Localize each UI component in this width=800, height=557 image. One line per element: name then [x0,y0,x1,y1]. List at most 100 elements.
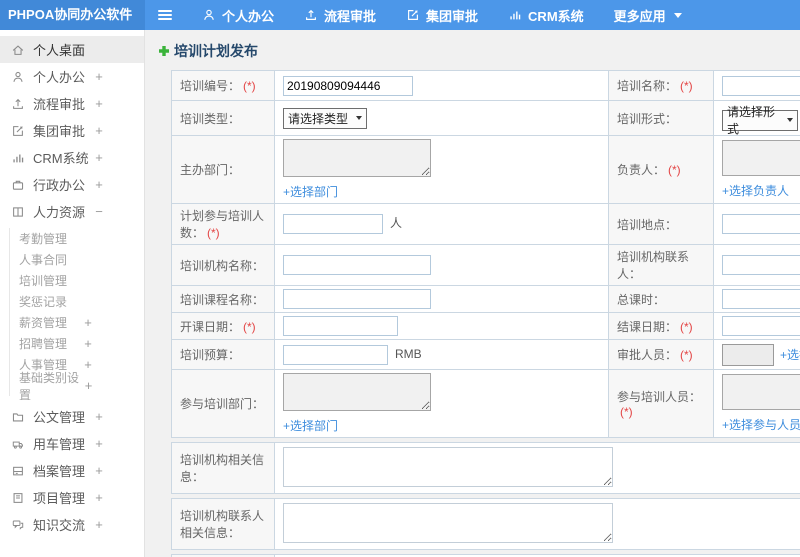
expand-toggle[interactable]: + [94,150,104,165]
field-label: 参与培训人员：(*) [608,369,714,438]
expand-toggle[interactable]: + [94,96,104,111]
expand-toggle[interactable]: + [94,409,104,424]
org-info-textarea[interactable] [283,446,613,487]
leader-textarea[interactable] [722,140,800,176]
page-title-bar: 培训计划发布 [145,30,800,70]
bar-chart-icon [508,8,522,22]
org-name-input[interactable] [283,255,431,275]
sidebar-item-archive[interactable]: 档案管理 + [0,457,144,484]
sidebar-item-project[interactable]: 项目管理 + [0,484,144,511]
main-content: 培训计划发布 培训编号：(*) 培训名称：(*) 培训类型： 请选择类型 [145,30,800,557]
training-name-input[interactable] [722,75,800,96]
user-icon [202,8,216,22]
participant-count-input[interactable] [283,214,383,234]
nav-group-approval[interactable]: 集团审批 [406,6,478,25]
expand-toggle[interactable]: + [94,490,104,505]
end-date-input[interactable] [722,316,800,336]
sidebar-item-group-approval[interactable]: 集团审批 + [0,117,144,144]
nav-workflow-approval[interactable]: 流程审批 [304,6,376,25]
field-label: 培训编号： (*) [171,70,275,101]
sidebar: 个人桌面 个人办公 + 流程审批 + 集团审批 + CRM系统 + 行政办公 +… [0,30,145,557]
approver-input[interactable] [722,343,774,366]
total-hours-input[interactable] [722,289,800,309]
field-label: 审批人员： (*) [608,339,714,370]
join-dept-textarea[interactable] [283,373,431,411]
book-icon [11,205,26,219]
folder-icon [11,410,26,424]
training-place-input[interactable] [722,214,800,234]
course-name-input[interactable] [283,289,431,309]
sidebar-sub-attendance[interactable]: 考勤管理 [10,228,144,249]
form-table-main: 培训编号：(*) 培训名称：(*) 培训类型： 请选择类型 培训形式： 请选择形… [171,70,800,438]
top-nav: 个人办公 流程审批 集团审批 CRM系统 更多应用 [172,0,682,30]
form-table-org-contact-info: 培训机构联系人相关信息： [171,498,800,550]
upload-flow-icon [11,97,26,111]
select-dept-link[interactable]: +选择部门 [283,183,338,200]
bar-chart-icon [11,151,26,165]
sidebar-item-documents[interactable]: 公文管理 + [0,403,144,430]
host-dept-textarea[interactable] [283,139,431,177]
org-contact-info-textarea[interactable] [283,502,613,543]
select-join-person-link[interactable]: +选择参与人员 [722,416,800,433]
expand-toggle[interactable]: + [94,177,104,192]
expand-toggle[interactable]: + [83,357,93,372]
expand-toggle[interactable]: + [94,517,104,532]
nav-personal-office[interactable]: 个人办公 [202,6,274,25]
org-contact-input[interactable] [722,255,800,275]
field-label: 培训机构相关信息： [171,442,275,494]
user-icon [11,70,26,84]
sidebar-sub-training[interactable]: 培训管理 [10,270,144,291]
nav-more-apps[interactable]: 更多应用 [614,6,682,25]
sidebar-item-crm[interactable]: CRM系统 + [0,144,144,171]
briefcase-icon [11,178,26,192]
hamburger-menu-icon[interactable] [158,10,172,20]
collapse-toggle[interactable]: − [94,204,104,219]
training-type-select[interactable]: 请选择类型 [283,107,367,129]
select-caret-icon [356,116,362,120]
truck-icon [11,437,26,451]
field-label: 参与培训部门： [171,369,275,438]
training-plan-form: 培训编号：(*) 培训名称：(*) 培训类型： 请选择类型 培训形式： 请选择形… [171,70,800,557]
sidebar-sub-salary[interactable]: 薪资管理 + [10,312,144,333]
sidebar-item-personal-office[interactable]: 个人办公 + [0,63,144,90]
nav-crm[interactable]: CRM系统 [508,6,584,25]
join-person-textarea[interactable] [722,374,800,410]
sidebar-item-knowledge[interactable]: 知识交流 + [0,511,144,538]
sidebar-sub-hr-contract[interactable]: 人事合同 [10,249,144,270]
expand-toggle[interactable]: + [83,315,93,330]
add-plus-icon [159,46,169,56]
expand-toggle[interactable]: + [94,436,104,451]
expand-toggle[interactable]: + [94,463,104,478]
sidebar-sub-recruit[interactable]: 招聘管理 + [10,333,144,354]
field-label: 培训机构联系人： [608,244,714,286]
sidebar-item-desktop[interactable]: 个人桌面 [0,36,144,63]
expand-toggle[interactable]: + [83,336,93,351]
start-date-input[interactable] [283,316,398,336]
sidebar-item-workflow-approval[interactable]: 流程审批 + [0,90,144,117]
training-no-input[interactable] [283,75,413,96]
budget-input[interactable] [283,344,388,365]
field-label: 计划参与培训人数： (*) [171,203,275,245]
currency-suffix: RMB [395,346,422,361]
hr-submenu: 考勤管理 人事合同 培训管理 奖惩记录 薪资管理 + 招聘管理 + 人事管理 + 基础… [9,228,144,402]
sidebar-item-vehicle[interactable]: 用车管理 + [0,430,144,457]
training-form-select[interactable]: 请选择形式 [722,105,798,136]
required-mark: (*) [680,79,693,93]
required-mark: (*) [680,319,693,334]
expand-toggle[interactable]: + [84,378,93,393]
sidebar-item-admin-office[interactable]: 行政办公 + [0,171,144,198]
sidebar-item-hr[interactable]: 人力资源 − [0,198,144,225]
select-join-dept-link[interactable]: +选择部门 [283,417,338,434]
sidebar-sub-base-category[interactable]: 基础类别设置 + [10,371,144,402]
select-leader-link[interactable]: +选择负责人 [722,182,789,199]
select-approver-link[interactable]: +选择审批人员 [780,346,800,363]
sidebar-sub-rewards[interactable]: 奖惩记录 [10,291,144,312]
select-caret-icon [787,118,793,123]
required-mark: (*) [243,319,256,334]
field-label: 总课时： [608,285,714,313]
form-table-org-info: 培训机构相关信息： [171,442,800,494]
expand-toggle[interactable]: + [94,123,104,138]
notebook-icon [11,491,26,505]
field-label: 结课日期： (*) [608,312,714,340]
expand-toggle[interactable]: + [94,69,104,84]
